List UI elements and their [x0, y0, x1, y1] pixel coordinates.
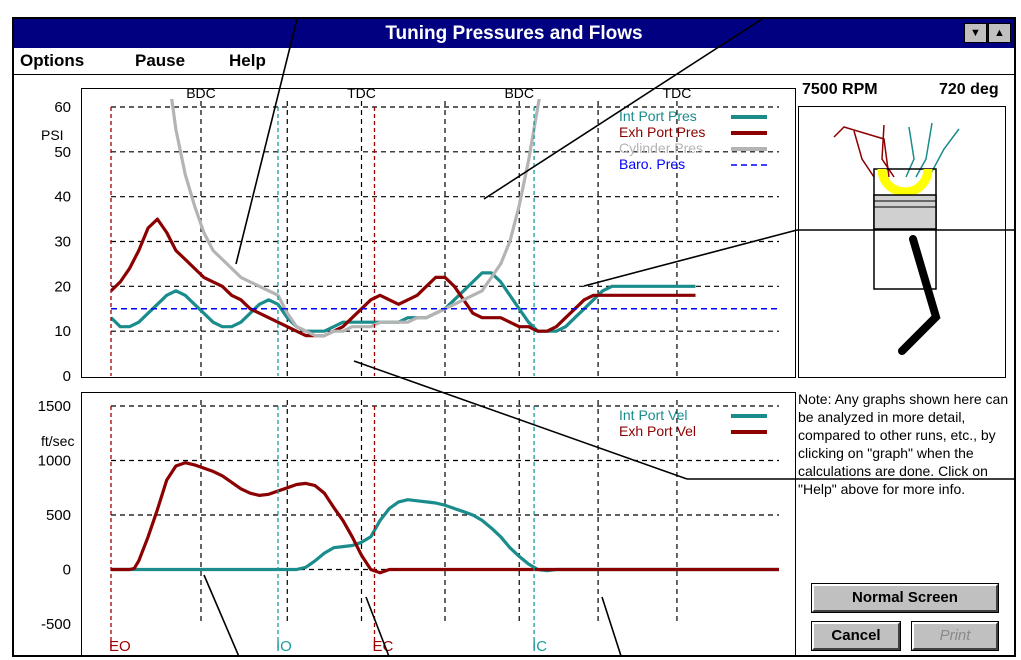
normal-screen-button[interactable]: Normal Screen — [811, 583, 999, 613]
legend-label: Exh Port Vel — [619, 423, 696, 439]
top-label-bdc: BDC — [186, 85, 216, 101]
top-label-tdc: TDC — [663, 85, 692, 101]
legend-label: Cylinder Pres — [619, 140, 703, 156]
event-marker-label: EO — [109, 638, 131, 655]
port-pipe — [928, 128, 960, 178]
print-button[interactable]: Print — [911, 621, 999, 651]
legend-label: Exh Port Pres — [619, 124, 705, 140]
pressure-ytick-label: 60 — [54, 99, 71, 116]
pressure-ytick-label: 20 — [54, 278, 71, 295]
velocity-ytick-label: 1000 — [38, 453, 71, 470]
top-label-tdc: TDC — [347, 85, 376, 101]
pressure-ytick-label: 40 — [54, 189, 71, 206]
connecting-rod — [898, 235, 941, 355]
graphs-canvas: 0 10 20 30 40 50 60 PSI BDC TDC BDC TDC Int Port Pre… — [38, 19, 1014, 655]
velocity-ytick-label: 0 — [63, 562, 71, 579]
top-label-bdc: BDC — [504, 85, 534, 101]
velocity-ylabel: ft/sec — [41, 433, 74, 449]
annotation-callout-line — [203, 574, 240, 655]
pressure-ytick-label: 0 — [63, 368, 71, 385]
pressure-series-cylinder-pres — [170, 99, 541, 338]
velocity-ytick-label: 1500 — [38, 398, 71, 415]
event-marker-label: IO — [276, 638, 292, 655]
pressure-ytick-label: 10 — [54, 323, 71, 340]
help-note: Note: Any graphs shown here can be analy… — [798, 391, 1009, 497]
app-window: Tuning Pressures and Flows ▼ ▲ Options P… — [12, 17, 1016, 657]
annotation-callout-line — [583, 229, 798, 287]
velocity-ytick-label: 500 — [46, 507, 71, 524]
pressure-ytick-label: 50 — [54, 144, 71, 161]
port-pipe — [853, 130, 875, 178]
pressure-ytick-label: 30 — [54, 234, 71, 251]
legend-label: Baro. Pres — [619, 156, 685, 172]
pressure-ylabel: PSI — [41, 127, 64, 143]
legend-label: Int Port Pres — [619, 108, 697, 124]
legend-label: Int Port Vel — [619, 407, 687, 423]
engine-diagram — [833, 122, 960, 355]
velocity-ytick-label: -500 — [41, 616, 71, 633]
event-marker-label: IC — [532, 638, 547, 655]
piston — [873, 194, 937, 230]
cancel-button[interactable]: Cancel — [811, 621, 901, 651]
annotation-callout-line — [601, 596, 622, 655]
pressure-series-exh-port-pres — [111, 217, 696, 338]
annotation-callout-line — [483, 19, 763, 200]
